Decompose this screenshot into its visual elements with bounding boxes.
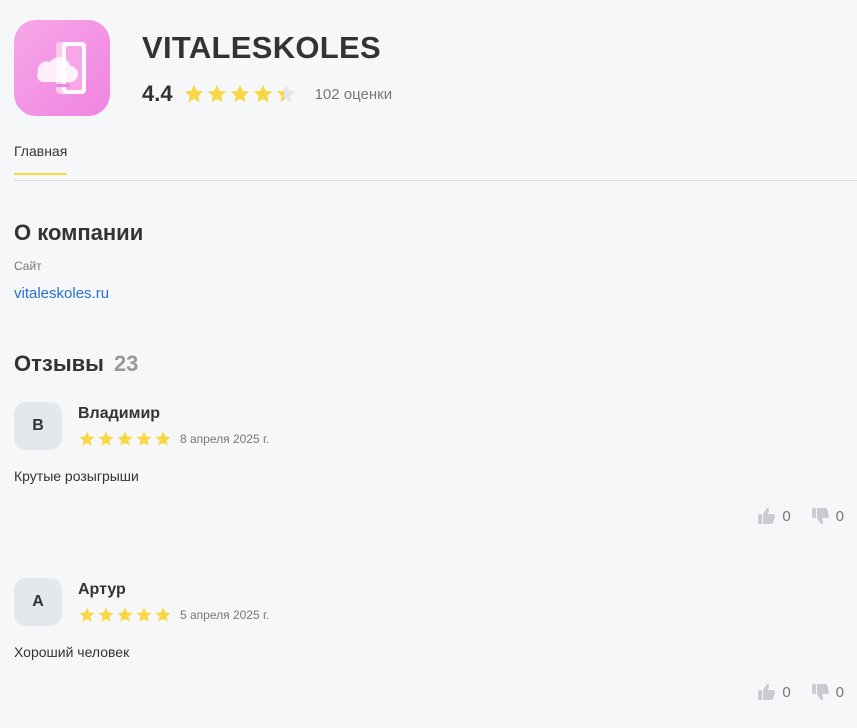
like-button[interactable]: 0 [757,682,791,702]
star-icon [184,84,203,103]
like-count: 0 [782,507,791,525]
like-button[interactable]: 0 [757,506,791,526]
app-logo [14,20,110,116]
review-text: Крутые розыгрыши [14,468,139,484]
tab-main[interactable]: Главная [14,143,68,175]
rating-count: 102 оценки [314,85,393,103]
app-title: VITALESKOLES [142,30,381,65]
reviews-title-label: Отзывы [14,351,104,376]
review-votes: 0 0 [737,506,844,526]
star-icon [98,607,114,622]
review-stars [78,430,172,448]
star-icon [136,607,152,622]
star-icon [230,84,249,103]
star-icon [117,607,133,622]
dislike-button[interactable]: 0 [811,506,844,526]
review-text: Хороший человек [14,644,130,660]
star-icon [155,607,171,622]
review-date: 5 апреля 2025 г. [180,608,270,622]
star-icon [136,431,152,446]
rating-row: 4.4 102 оценки [142,80,392,108]
app-logo-icon [37,42,86,94]
reviews-count: 23 [113,351,139,376]
thumbs-down-icon [811,684,829,701]
review-stars [78,606,172,624]
review-date: 8 апреля 2025 г. [180,432,270,446]
avatar: А [14,578,62,626]
avatar: В [14,402,62,450]
dislike-count: 0 [835,683,844,701]
site-link[interactable]: vitaleskoles.ru [14,285,109,302]
rating-stars [183,83,297,105]
app-header: VITALESKOLES 4.4 102 оценки [14,20,844,120]
reviews-title: Отзывы 23 [14,351,138,377]
tab-bar: Главная [14,140,857,181]
star-icon [117,431,133,446]
dislike-count: 0 [835,507,844,525]
star-icon [155,431,171,446]
rating-value: 4.4 [142,81,173,106]
review-item: В Владимир 8 апреля 2025 г. Крутые розыг… [14,402,844,552]
star-icon [79,431,95,446]
review-author: Владимир [78,405,161,422]
star-icon [79,607,95,622]
star-icon [207,84,226,103]
like-count: 0 [782,683,791,701]
review-item: А Артур 5 апреля 2025 г. Хороший человек… [14,578,844,728]
review-votes: 0 0 [737,682,844,702]
star-icon [98,431,114,446]
star-icon [253,84,272,103]
dislike-button[interactable]: 0 [811,682,844,702]
thumbs-down-icon [811,508,829,525]
thumbs-up-icon [758,683,776,700]
site-label: Сайт [14,259,42,273]
review-author: Артур [78,581,126,598]
star-icon [276,84,295,103]
thumbs-up-icon [758,507,776,524]
about-title: О компании [14,220,144,245]
